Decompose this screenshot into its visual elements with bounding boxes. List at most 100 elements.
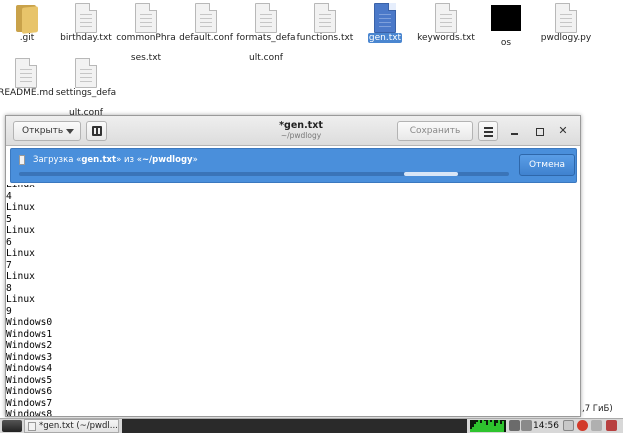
file-item-formats-default-conf[interactable]: formats_defa ult.conf <box>233 3 299 63</box>
editor-window: Открыть *gen.txt ~/pwdlogy Сохранить ✕ З… <box>5 115 581 417</box>
file-item-default-conf[interactable]: default.conf <box>173 3 239 43</box>
text-line: Windows7 <box>6 397 53 409</box>
text-line: 6 <box>6 236 12 248</box>
text-file-icon <box>555 3 577 33</box>
text-file-icon <box>255 3 277 33</box>
file-label: settings_defa <box>55 88 117 98</box>
text-file-icon <box>28 422 36 431</box>
file-label: formats_defa <box>236 33 296 43</box>
file-item-git[interactable]: .git <box>0 3 60 43</box>
file-item-settings-default-conf[interactable]: settings_defa ult.conf <box>53 58 119 118</box>
loading-info-bar: Загрузка «gen.txt» из «~/pwdlogy» Отмена <box>10 148 577 183</box>
text-lines: Linux4Linux5Linux6Linux7Linux8Linux9Wind… <box>6 185 52 416</box>
loading-message: Загрузка «gen.txt» из «~/pwdlogy» <box>33 155 198 166</box>
file-label: os <box>500 38 512 48</box>
open-button[interactable]: Открыть <box>13 121 81 141</box>
text-line: 8 <box>6 282 12 294</box>
power-icon[interactable] <box>577 420 588 431</box>
screenshot-icon[interactable] <box>563 420 574 431</box>
lock-icon[interactable] <box>591 420 602 431</box>
progress-fill <box>403 172 458 176</box>
file-item-readme[interactable]: README.md <box>0 58 59 98</box>
text-line: 5 <box>6 213 12 225</box>
text-file-icon <box>15 58 37 88</box>
volume-icon[interactable] <box>521 420 532 431</box>
text-line: Windows1 <box>6 328 53 340</box>
hamburger-icon <box>484 127 493 129</box>
text-line: Windows0 <box>6 317 53 328</box>
file-item-keywords[interactable]: keywords.txt <box>413 3 479 43</box>
text-file-icon <box>314 3 336 33</box>
text-line: Windows4 <box>6 363 53 374</box>
text-file-icon <box>75 58 97 88</box>
file-item-commonphrases[interactable]: commonPhra ses.txt <box>113 3 179 63</box>
taskbar-window-label: *gen.txt (~/pwdl... <box>39 421 118 431</box>
text-file-icon <box>195 3 217 33</box>
text-file-icon <box>435 3 457 33</box>
file-item-birthday[interactable]: birthday.txt <box>53 3 119 43</box>
folder-icon <box>14 3 40 34</box>
file-label: keywords.txt <box>417 33 475 43</box>
background-text-fragment: ,7 ГиБ) <box>582 404 613 414</box>
header-bar: Открыть *gen.txt ~/pwdlogy Сохранить ✕ <box>6 116 580 146</box>
text-line: Windows2 <box>6 340 53 351</box>
text-file-icon <box>135 3 157 33</box>
clock: 14:56 <box>533 421 559 431</box>
file-icon <box>19 155 25 165</box>
file-label: README.md <box>0 88 54 98</box>
cpu-graph-bar <box>502 421 504 432</box>
text-line: 7 <box>6 259 12 271</box>
file-label: ses.txt <box>130 53 162 63</box>
file-icon-grid: .git birthday.txt commonPhra ses.txt def… <box>0 0 623 118</box>
hamburger-icon-line <box>484 135 493 137</box>
new-tab-button[interactable] <box>86 121 107 141</box>
start-menu-button[interactable] <box>2 420 22 432</box>
file-label: commonPhra <box>116 33 176 43</box>
text-line: Windows8 <box>6 409 53 416</box>
window-subtitle: ~/pwdlogy <box>280 131 322 140</box>
open-label: Открыть <box>22 126 64 136</box>
taskbar: *gen.txt (~/pwdl... 14:56 <box>0 418 623 433</box>
loading-file-path: ~/pwdlogy <box>141 155 193 165</box>
executable-icon <box>491 5 521 31</box>
file-item-os[interactable]: os <box>473 3 539 48</box>
file-label: gen.txt <box>367 33 403 43</box>
network-icon[interactable] <box>509 420 520 431</box>
text-line: 9 <box>6 305 12 317</box>
text-editor-area[interactable]: Linux4Linux5Linux6Linux7Linux8Linux9Wind… <box>6 185 580 416</box>
taskbar-window-button[interactable]: *gen.txt (~/pwdl... <box>24 419 119 433</box>
logout-icon[interactable] <box>606 420 617 431</box>
window-title: *gen.txt <box>279 120 323 131</box>
file-label: functions.txt <box>296 33 354 43</box>
text-line: Windows5 <box>6 374 53 386</box>
text-line: 4 <box>6 190 12 202</box>
text-line: Linux <box>6 294 35 305</box>
cancel-button[interactable]: Отмена <box>519 154 575 176</box>
minimize-button[interactable] <box>507 123 523 139</box>
loading-message-prefix: Загрузка « <box>33 155 82 165</box>
loading-message-suffix: » <box>192 155 198 165</box>
file-label: birthday.txt <box>60 33 112 43</box>
text-file-icon <box>374 3 396 33</box>
maximize-button[interactable] <box>531 123 547 139</box>
save-button[interactable]: Сохранить <box>397 121 473 141</box>
text-line: Linux <box>6 202 35 213</box>
file-item-functions[interactable]: functions.txt <box>292 3 358 43</box>
file-label: pwdlogy.py <box>540 33 592 43</box>
loading-file-name: gen.txt <box>81 155 117 165</box>
cpu-monitor-graph <box>470 420 506 432</box>
hamburger-icon-line <box>484 131 493 133</box>
file-label: ult.conf <box>249 53 283 63</box>
loading-message-middle: » из « <box>116 155 142 165</box>
chevron-down-icon <box>66 129 74 134</box>
file-label: default.conf <box>179 33 233 43</box>
file-item-pwdlogy[interactable]: pwdlogy.py <box>533 3 599 43</box>
file-item-gen-selected[interactable]: gen.txt <box>352 3 418 43</box>
hamburger-menu-button[interactable] <box>478 121 498 141</box>
text-line: Linux <box>6 248 35 259</box>
loading-progress-bar <box>19 172 509 176</box>
close-button[interactable]: ✕ <box>555 123 571 139</box>
text-line: Windows6 <box>6 386 53 397</box>
text-file-icon <box>75 3 97 33</box>
text-line: Windows3 <box>6 351 53 363</box>
